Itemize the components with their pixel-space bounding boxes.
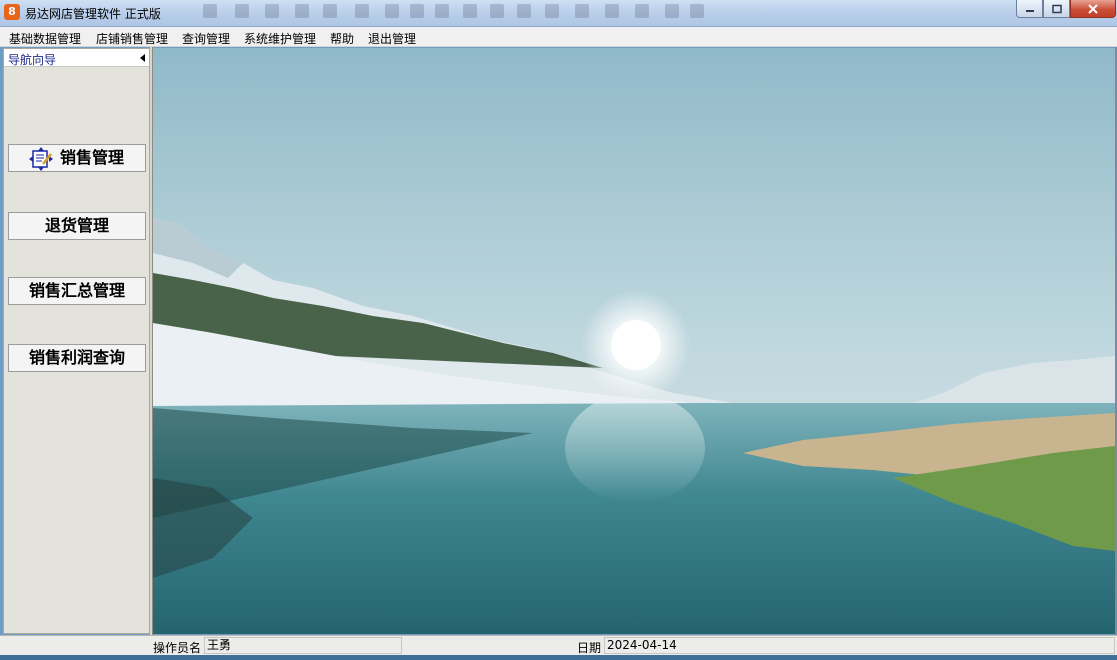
nav-button-profit-query[interactable]: 销售利润查询 [8, 344, 146, 372]
main-workspace-background [153, 48, 1115, 634]
ghost-toolbar [195, 2, 715, 22]
desktop-strip [0, 655, 1117, 660]
nav-button-sales-summary-label: 销售汇总管理 [28, 281, 125, 300]
maximize-icon [1051, 4, 1062, 13]
nav-button-sales-label: 销售管理 [59, 148, 124, 167]
menu-system-maintenance[interactable]: 系统维护管理 [244, 30, 316, 47]
operator-value: 王勇 [204, 637, 402, 654]
window-title: 易达网店管理软件 正式版 [25, 7, 161, 21]
close-button[interactable] [1070, 0, 1116, 18]
close-icon [1088, 3, 1098, 14]
maximize-button[interactable] [1043, 0, 1070, 18]
nav-button-returns[interactable]: 退货管理 [8, 212, 146, 240]
nav-button-profit-query-label: 销售利润查询 [28, 348, 125, 367]
operator-label: 操作员名 [153, 641, 202, 655]
date-value: 2024-04-14 [604, 637, 1115, 654]
collapse-arrow-icon[interactable] [140, 54, 145, 62]
menu-basic-data[interactable]: 基础数据管理 [9, 30, 81, 47]
landscape-wallpaper [153, 218, 1115, 634]
menu-query[interactable]: 查询管理 [182, 30, 230, 47]
menu-store-sales[interactable]: 店铺销售管理 [96, 30, 168, 47]
nav-button-sales[interactable]: 销售管理 [8, 144, 146, 172]
nav-button-returns-label: 退货管理 [44, 216, 109, 235]
sidebar-header: 导航向导 [4, 49, 149, 67]
title-bar: 8 易达网店管理软件 正式版 [0, 0, 1117, 27]
menu-exit[interactable]: 退出管理 [368, 30, 416, 47]
navigation-sidebar: 导航向导 销售管理 退货管理 销售汇总管理 销售利润查询 [3, 48, 150, 634]
menu-bar: 基础数据管理 店铺销售管理 查询管理 系统维护管理 帮助 退出管理 [0, 27, 1117, 47]
nav-button-sales-summary[interactable]: 销售汇总管理 [8, 277, 146, 305]
status-bar: 操作员名 王勇 日期 2024-04-14 [0, 635, 1117, 655]
sidebar-title: 导航向导 [8, 53, 57, 67]
minimize-icon [1025, 9, 1034, 12]
date-label: 日期 [577, 641, 602, 655]
app-icon: 8 [4, 4, 20, 20]
menu-help[interactable]: 帮助 [330, 30, 354, 47]
minimize-button[interactable] [1016, 0, 1043, 18]
